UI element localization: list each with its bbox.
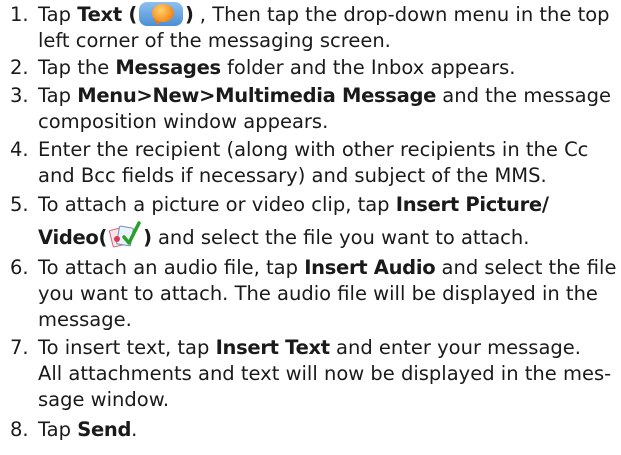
step-4-line-2: and Bcc fields if necessary) and subject…	[38, 164, 547, 187]
step-5-line-1: To attach a picture or video clip, tap I…	[38, 193, 549, 216]
send-label: Send	[77, 418, 132, 441]
step-6-line-1: To attach an audio file, tap Insert Audi…	[38, 256, 617, 279]
step-1-line-1: Tap Text () , Then tap the drop-down men…	[38, 2, 610, 26]
step-1-line-2: left corner of the messaging screen.	[38, 29, 391, 52]
text-message-bubble-icon	[138, 2, 183, 26]
menu-path-label: Menu>New>Multimedia Message	[77, 84, 437, 107]
text-app-label: Text (	[77, 3, 137, 26]
step-5-line-2: Video() and select the file you want to …	[38, 220, 529, 251]
insert-picture-label: Insert Picture/	[395, 193, 549, 216]
step-7-line-2: All attachments and text will now be dis…	[38, 362, 612, 385]
step-3-line-2: composition window appears.	[38, 110, 329, 133]
step-6-line-3: message.	[38, 308, 132, 331]
insert-picture-video-icon	[108, 219, 142, 251]
insert-text-label: Insert Text	[215, 336, 331, 359]
step-8-line-1: Tap Send.	[38, 418, 138, 441]
insert-audio-label: Insert Audio	[304, 256, 436, 279]
step-6-line-2: you want to attach. The audio file will …	[38, 282, 598, 305]
messages-folder-label: Messages	[115, 56, 221, 79]
step-3-line-1: Tap Menu>New>Multimedia Message and the …	[38, 84, 611, 107]
step-2-line-1: Tap the Messages folder and the Inbox ap…	[38, 56, 516, 79]
step-4-line-1: Enter the recipient (along with other re…	[38, 138, 589, 161]
step-7-line-1: To insert text, tap Insert Text and ente…	[38, 336, 581, 359]
step-7-line-3: sage window.	[38, 388, 170, 411]
